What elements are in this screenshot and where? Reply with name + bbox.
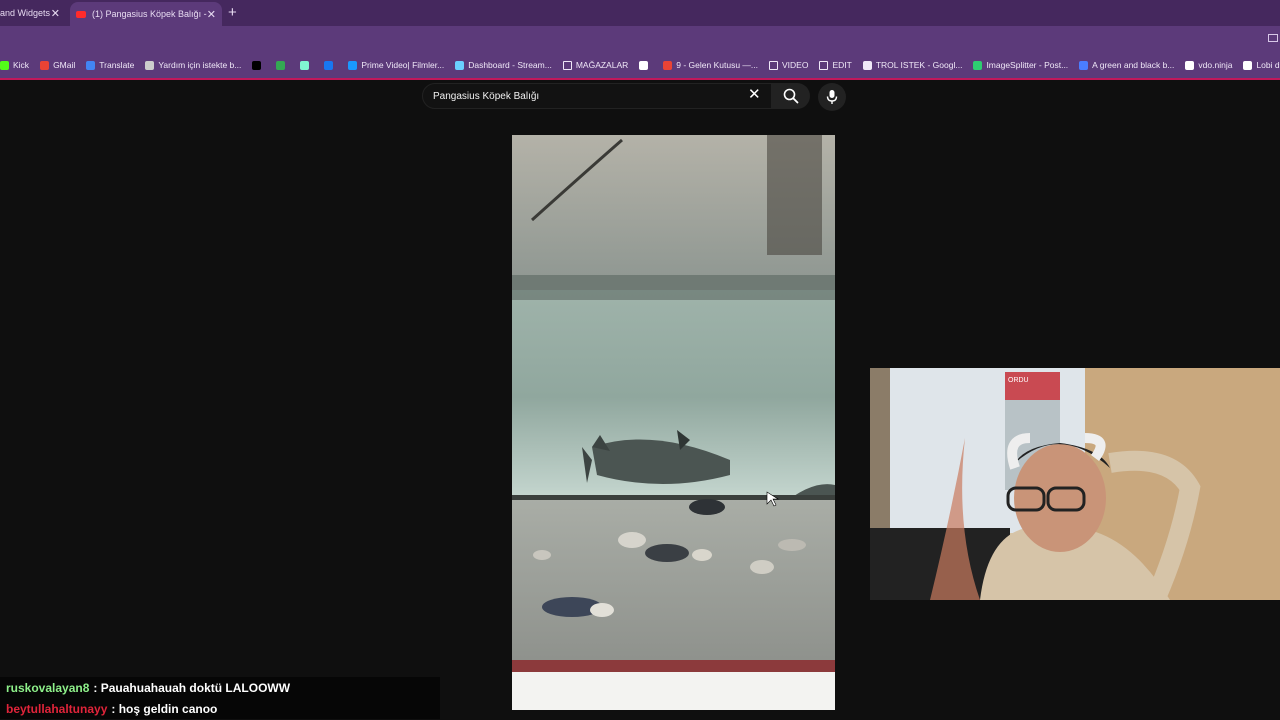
bookmark-item[interactable] — [639, 60, 652, 70]
bookmark-item[interactable]: Prime Video| Filmler... — [348, 60, 444, 70]
chat-message: ruskovalayan8: Pauahuahauah doktü LALOOW… — [0, 677, 440, 698]
bookmark-item[interactable]: vdo.ninja — [1185, 60, 1232, 70]
stream-chat: ruskovalayan8: Pauahuahauah doktü LALOOW… — [0, 677, 440, 719]
vdo-ninja-icon — [1185, 60, 1195, 70]
translate-icon — [86, 60, 96, 70]
dashboard-icon — [455, 60, 465, 70]
tab-strip: and Widgets ✕ (1) Pangasius Köpek Balığı… — [0, 0, 1280, 26]
screen: and Widgets ✕ (1) Pangasius Köpek Balığı… — [0, 0, 1280, 720]
new-tab-icon[interactable]: + — [228, 4, 237, 21]
tab-youtube[interactable]: (1) Pangasius Köpek Balığı - YouTube ✕ — [70, 2, 222, 26]
bookmark-label: MAĞAZALAR — [575, 60, 629, 70]
bookmark-item[interactable] — [300, 60, 313, 70]
bookmark-label: Lobi daveti - Make i... — [1256, 60, 1280, 70]
bookmark-item[interactable]: Dashboard - Stream... — [455, 60, 552, 70]
chat-text: : Pauahuahauah doktü LALOOWW — [93, 680, 291, 695]
close-tab-icon[interactable]: ✕ — [207, 8, 216, 21]
bookmark-label: TROL ISTEK - Googl... — [875, 60, 963, 70]
chat-username: beytullahaltunayy — [6, 701, 108, 716]
gmail-icon — [663, 60, 673, 70]
bookmark-label: 9 - Gelen Kutusu —... — [676, 60, 758, 70]
folder-icon — [562, 60, 572, 70]
bookmark-label: Yardım için istekte b... — [158, 60, 242, 70]
search-query: Pangasius Köpek Balığı — [433, 90, 540, 102]
voice-search-button[interactable] — [818, 83, 846, 111]
close-tab-icon[interactable]: ✕ — [51, 7, 60, 20]
aquarium-video-frame — [512, 135, 835, 710]
bookmark-item[interactable]: MAĞAZALAR — [562, 60, 629, 70]
bookmark-item[interactable]: GMail — [40, 60, 75, 70]
bookmark-label: Kick — [13, 60, 30, 70]
cast-icon[interactable] — [1268, 34, 1278, 42]
x-icon — [252, 60, 262, 70]
bookmark-label: VIDEO — [782, 60, 809, 70]
search-button[interactable] — [772, 83, 810, 109]
tab-title: and Widgets — [0, 8, 51, 18]
bookmark-item[interactable]: EDIT — [819, 60, 852, 70]
make-icon — [1243, 60, 1253, 70]
microphone-icon — [826, 90, 838, 104]
folder-icon — [819, 60, 829, 70]
tab-title: (1) Pangasius Köpek Balığı - YouTube — [92, 9, 208, 19]
tab-widgets[interactable]: and Widgets ✕ — [0, 0, 66, 26]
imagesplitter-icon — [973, 60, 983, 70]
bookmark-item[interactable]: Lobi daveti - Make i... — [1243, 60, 1280, 70]
youtube-page: Pangasius Köpek Balığı ✕ ORDU ruskovalay… — [0, 80, 1280, 720]
bookmark-item[interactable]: 9 - Gelen Kutusu —... — [663, 60, 758, 70]
browser-toolbar — [0, 26, 1280, 52]
bookmark-item[interactable]: ImageSplitter - Post... — [973, 60, 1068, 70]
chrome-icon — [276, 60, 286, 70]
steam-icon — [639, 60, 649, 70]
bookmark-item[interactable]: Kick — [0, 60, 29, 70]
bookmark-label: EDIT — [832, 60, 852, 70]
kick-icon — [0, 60, 9, 70]
video-player[interactable] — [512, 135, 835, 710]
streamlabs-icon — [300, 60, 310, 70]
bookmark-label: GMail — [53, 60, 76, 70]
youtube-icon — [76, 10, 86, 18]
bookmark-label: A green and black b... — [1092, 60, 1175, 70]
bookmark-item[interactable]: TROL ISTEK - Googl... — [862, 60, 963, 70]
bookmark-item[interactable] — [252, 60, 265, 70]
bookmarks-bar: Kick GMail Translate Yardım için istekte b.… — [0, 52, 1280, 78]
search-icon — [783, 88, 799, 104]
search-input[interactable]: Pangasius Köpek Balığı — [422, 83, 772, 109]
bookmark-item[interactable] — [276, 60, 289, 70]
bookmark-item[interactable]: VIDEO — [769, 60, 808, 70]
gmail-icon — [40, 60, 50, 70]
bookmark-item[interactable]: A green and black b... — [1079, 60, 1174, 70]
doc-icon — [1079, 60, 1089, 70]
bookmark-label: Translate — [99, 60, 135, 70]
bookmark-label: ImageSplitter - Post... — [986, 60, 1069, 70]
bookmark-item[interactable] — [324, 60, 337, 70]
webcam-sign-text: ORDU — [1008, 377, 1029, 384]
chat-message: beytullahaltunayy: hoş geldin canoo — [0, 698, 440, 719]
bookmark-label: vdo.ninja — [1198, 60, 1233, 70]
bookmark-item[interactable]: Translate — [86, 60, 134, 70]
folder-icon — [769, 60, 778, 70]
list-icon — [862, 60, 872, 70]
bookmark-item[interactable]: Yardım için istekte b... — [145, 60, 241, 70]
chat-text: : hoş geldin canoo — [111, 701, 218, 716]
facebook-icon — [324, 60, 334, 70]
chat-username: ruskovalayan8 — [6, 680, 90, 695]
bookmark-label: Dashboard - Stream... — [468, 60, 552, 70]
prime-video-icon — [348, 60, 358, 70]
globe-icon — [145, 60, 155, 70]
bookmark-label: Prime Video| Filmler... — [361, 60, 445, 70]
webcam-overlay: ORDU — [870, 368, 1280, 600]
streamer-camera: ORDU — [870, 368, 1280, 600]
clear-search-icon[interactable]: ✕ — [748, 87, 761, 103]
